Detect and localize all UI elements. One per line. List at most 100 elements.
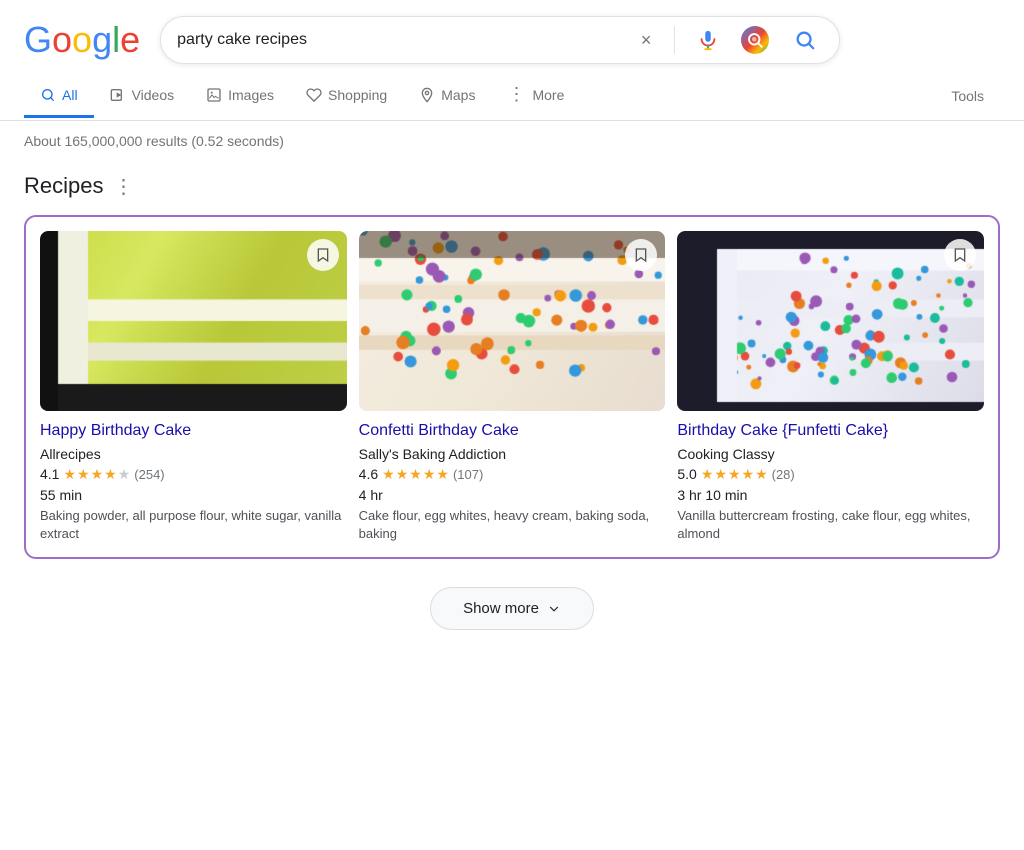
star-3-5: ★ — [755, 466, 768, 483]
results-count: About 165,000,000 results (0.52 seconds) — [24, 133, 284, 149]
card-2-rating-value: 4.6 — [359, 466, 378, 482]
show-more-button[interactable]: Show more — [430, 587, 594, 630]
card-2-time: 4 hr — [359, 487, 666, 503]
cake1-canvas — [40, 231, 347, 411]
tab-images[interactable]: Images — [190, 75, 290, 118]
star-2-4: ★ — [423, 466, 436, 483]
logo-letter-g: G — [24, 19, 52, 60]
lens-button[interactable] — [737, 22, 773, 58]
star-1-1: ★ — [63, 466, 76, 483]
card-3-ingredients: Vanilla buttercream frosting, cake flour… — [677, 507, 984, 543]
video-tab-icon — [110, 87, 126, 103]
recipes-title: Recipes — [24, 173, 103, 199]
bookmark-icon-1 — [315, 247, 331, 263]
card-3-time: 3 hr 10 min — [677, 487, 984, 503]
mic-icon — [697, 29, 719, 51]
tab-all-label: All — [62, 87, 78, 103]
card-3-title[interactable]: Birthday Cake {Funfetti Cake} — [677, 421, 984, 442]
chevron-down-icon — [547, 602, 561, 616]
card-3-rating: 5.0 ★ ★ ★ ★ ★ (28) — [677, 466, 984, 483]
tab-videos[interactable]: Videos — [94, 75, 191, 118]
shopping-tab-icon — [306, 87, 322, 103]
recipes-section: Recipes ⋮ Happy Birthday Cake Allrecipes… — [0, 157, 1024, 662]
tab-more[interactable]: ⋮ More — [491, 72, 580, 120]
tab-more-label: More — [532, 87, 564, 103]
bookmark-icon-3 — [952, 247, 968, 263]
clear-button[interactable]: × — [636, 30, 656, 50]
star-1-4: ★ — [104, 466, 117, 483]
search-button[interactable] — [787, 22, 823, 58]
cards-container: Happy Birthday Cake Allrecipes 4.1 ★ ★ ★… — [24, 215, 1000, 559]
card-1-source: Allrecipes — [40, 446, 347, 462]
card-1-rating: 4.1 ★ ★ ★ ★ ★ (254) — [40, 466, 347, 483]
logo-letter-o2: o — [72, 19, 92, 60]
recipe-card-1[interactable]: Happy Birthday Cake Allrecipes 4.1 ★ ★ ★… — [40, 231, 347, 543]
star-3-3: ★ — [728, 466, 741, 483]
star-3-1: ★ — [701, 466, 714, 483]
voice-search-button[interactable] — [693, 25, 723, 55]
more-dots-icon: ⋮ — [507, 84, 526, 105]
cake3-canvas — [677, 231, 984, 411]
star-2-2: ★ — [396, 466, 409, 483]
card-2-stars: ★ ★ ★ ★ ★ — [382, 466, 449, 483]
recipe-card-2[interactable]: Confetti Birthday Cake Sally's Baking Ad… — [359, 231, 666, 543]
bookmark-button-3[interactable] — [944, 239, 976, 271]
card-3-source: Cooking Classy — [677, 446, 984, 462]
maps-tab-icon — [419, 87, 435, 103]
lens-icon — [741, 26, 769, 54]
card-1-title[interactable]: Happy Birthday Cake — [40, 421, 347, 442]
card-2-source: Sally's Baking Addiction — [359, 446, 666, 462]
card-2-ingredients: Cake flour, egg whites, heavy cream, bak… — [359, 507, 666, 543]
card-1-image — [40, 231, 347, 411]
tab-images-label: Images — [228, 87, 274, 103]
results-info: About 165,000,000 results (0.52 seconds) — [0, 121, 1024, 157]
card-3-rating-value: 5.0 — [677, 466, 696, 482]
nav-tabs: All Videos Images Shopping Maps ⋮ More T… — [0, 72, 1024, 121]
search-icon — [794, 29, 816, 51]
show-more-label: Show more — [463, 600, 539, 617]
google-logo: Google — [24, 19, 140, 62]
tab-maps-label: Maps — [441, 87, 475, 103]
search-tab-icon — [40, 87, 56, 103]
logo-letter-e: e — [120, 19, 140, 60]
card-3-image — [677, 231, 984, 411]
star-1-2: ★ — [77, 466, 90, 483]
recipes-more-options-icon[interactable]: ⋮ — [113, 174, 133, 199]
card-2-rating-count: (107) — [453, 467, 483, 482]
star-2-3: ★ — [409, 466, 422, 483]
card-1-rating-count: (254) — [134, 467, 164, 482]
star-2-1: ★ — [382, 466, 395, 483]
card-2-title[interactable]: Confetti Birthday Cake — [359, 421, 666, 442]
bookmark-icon-2 — [633, 247, 649, 263]
tab-videos-label: Videos — [132, 87, 175, 103]
recipe-card-3[interactable]: Birthday Cake {Funfetti Cake} Cooking Cl… — [677, 231, 984, 543]
star-1-3: ★ — [91, 466, 104, 483]
logo-letter-o1: o — [52, 19, 72, 60]
cake2-canvas — [359, 231, 666, 411]
search-bar[interactable]: × — [160, 16, 840, 64]
card-3-rating-count: (28) — [772, 467, 795, 482]
star-2-5: ★ — [436, 466, 449, 483]
tab-maps[interactable]: Maps — [403, 75, 491, 118]
logo-letter-l: l — [112, 19, 120, 60]
recipes-header: Recipes ⋮ — [24, 173, 1000, 199]
tab-all[interactable]: All — [24, 75, 94, 118]
card-2-rating: 4.6 ★ ★ ★ ★ ★ (107) — [359, 466, 666, 483]
header: Google × — [0, 0, 1024, 72]
card-3-stars: ★ ★ ★ ★ ★ — [701, 466, 768, 483]
star-1-5: ★ — [118, 466, 131, 483]
images-tab-icon — [206, 87, 222, 103]
card-2-image — [359, 231, 666, 411]
card-1-ingredients: Baking powder, all purpose flour, white … — [40, 507, 347, 543]
card-1-stars: ★ ★ ★ ★ ★ — [63, 466, 130, 483]
divider — [674, 26, 675, 54]
search-input[interactable] — [177, 31, 636, 49]
star-3-4: ★ — [742, 466, 755, 483]
bookmark-button-1[interactable] — [307, 239, 339, 271]
star-3-2: ★ — [714, 466, 727, 483]
tools-button[interactable]: Tools — [935, 76, 1000, 116]
search-bar-icons: × — [636, 22, 823, 58]
tab-shopping[interactable]: Shopping — [290, 75, 403, 118]
logo-letter-g2: g — [92, 19, 112, 60]
card-1-rating-value: 4.1 — [40, 466, 59, 482]
